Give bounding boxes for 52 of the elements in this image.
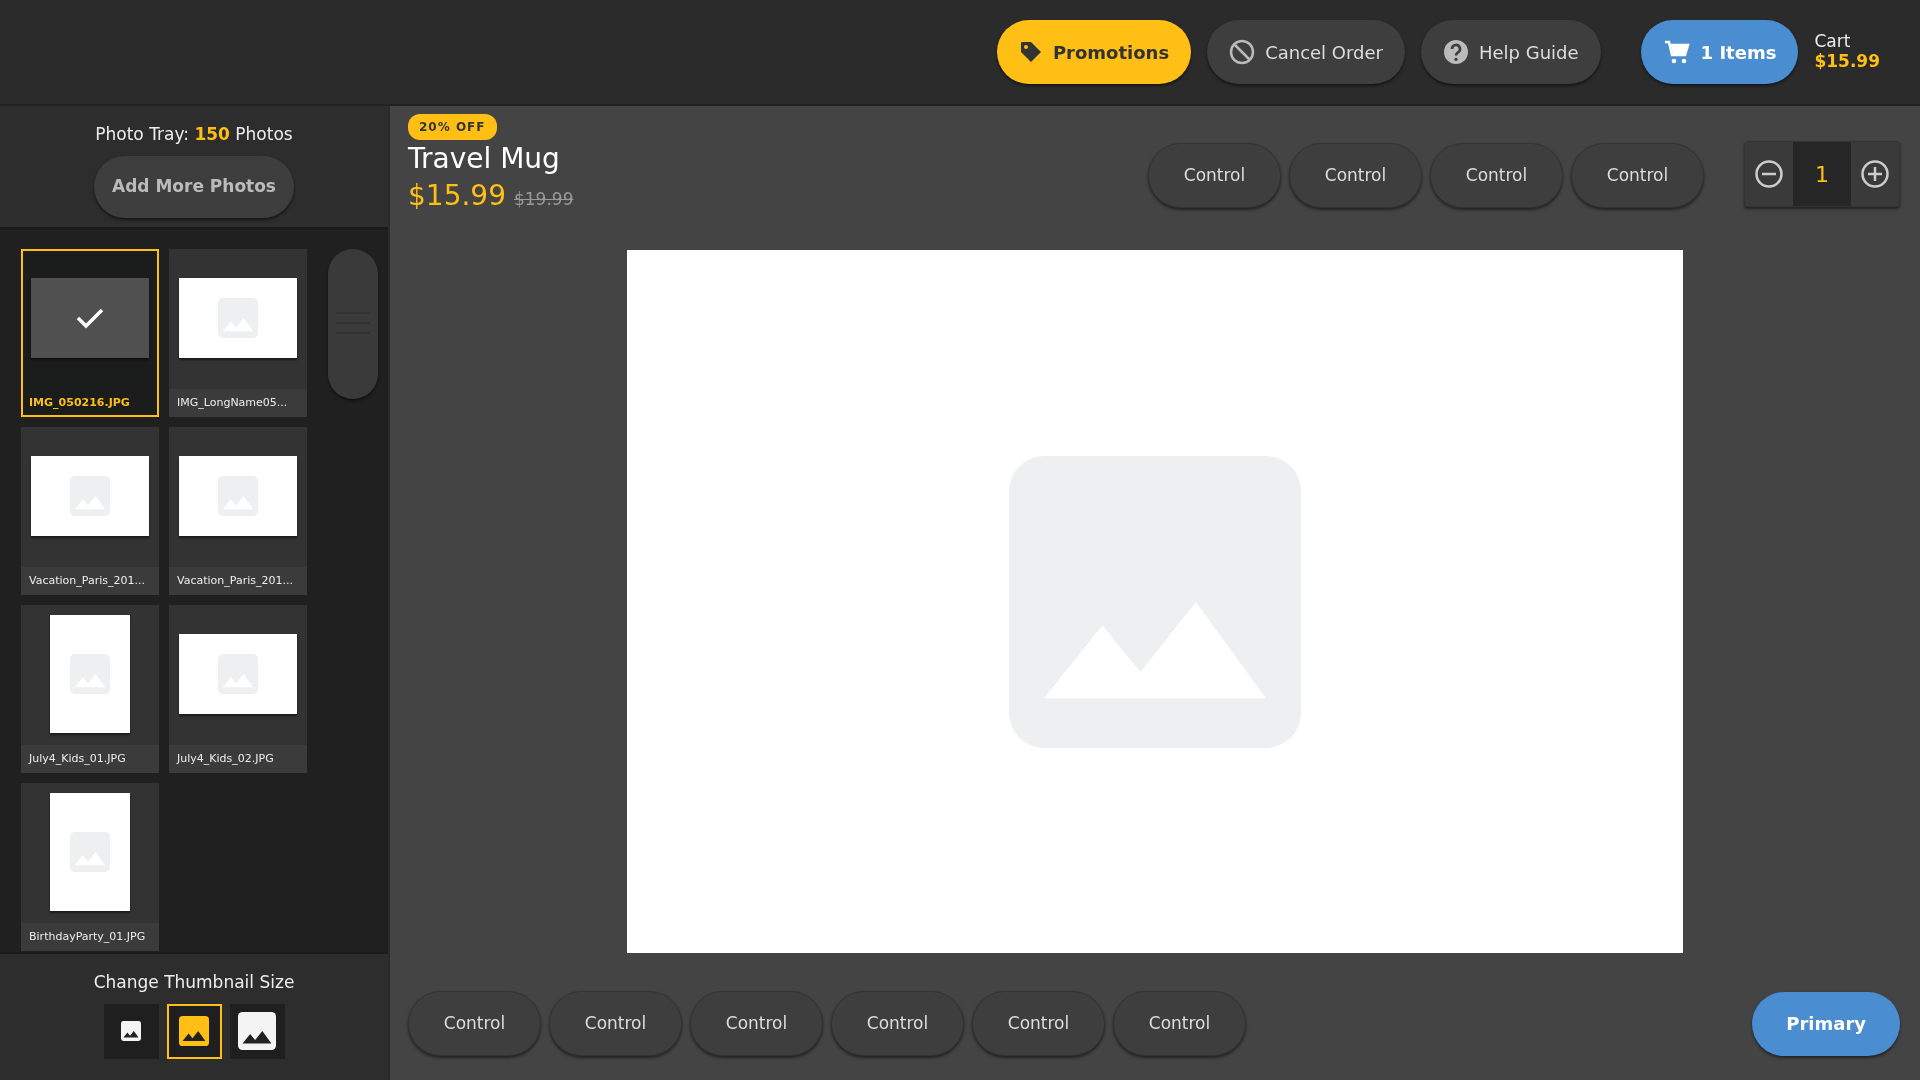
control-button[interactable]: Control <box>972 991 1105 1056</box>
photo-filename: IMG_LongName05... <box>169 389 307 417</box>
toolbar-button[interactable]: Cancel Order <box>1207 20 1405 84</box>
control-button[interactable]: Control <box>549 991 682 1056</box>
control-button[interactable]: Control <box>1571 143 1704 208</box>
check-icon <box>76 307 104 329</box>
photo-thumbnail[interactable]: Vacation_Paris_201... <box>169 427 307 595</box>
discount-badge: 20% OFF <box>408 114 497 140</box>
control-button[interactable]: Control <box>1430 143 1563 208</box>
photo-tray-title: Photo Tray: 150 Photos <box>95 123 293 146</box>
photo-filename: July4_Kids_01.JPG <box>21 745 159 773</box>
photo-thumbnail[interactable]: IMG_LongName05... <box>169 249 307 417</box>
add-more-photos-button[interactable]: Add More Photos <box>94 155 294 218</box>
toolbar-button[interactable]: Promotions <box>996 20 1192 84</box>
image-icon <box>121 1021 141 1041</box>
control-button[interactable]: Control <box>408 991 541 1056</box>
photo-thumbnail[interactable]: IMG_050216.JPG <box>21 249 159 417</box>
thumbnail-size-title: Change Thumbnail Size <box>93 971 295 994</box>
thumbnail-size-button[interactable] <box>103 1003 159 1059</box>
photo-filename: Vacation_Paris_201... <box>21 567 159 595</box>
minus-icon <box>1754 159 1784 189</box>
photo-thumbnail[interactable]: July4_Kids_02.JPG <box>169 605 307 773</box>
help-icon <box>1443 39 1469 65</box>
scrollbar-drawing[interactable] <box>328 249 378 399</box>
photo-thumbnail[interactable]: July4_Kids_01.JPG <box>21 605 159 773</box>
cart-total: $15.99 <box>1814 52 1880 72</box>
control-button[interactable]: Control <box>831 991 964 1056</box>
thumbnail-size-button[interactable] <box>229 1003 285 1059</box>
cart-label: Cart <box>1814 32 1852 52</box>
cart-icon <box>1662 38 1691 66</box>
product-name: Travel Mug <box>408 144 560 175</box>
product-price: $15.99 <box>408 177 506 214</box>
photo-filename: July4_Kids_02.JPG <box>169 745 307 773</box>
photo-thumbnail[interactable]: BirthdayParty_01.JPG <box>21 783 159 951</box>
control-button[interactable]: Control <box>1113 991 1246 1056</box>
tag-icon <box>1018 40 1043 64</box>
image-icon <box>179 1016 209 1046</box>
decrease-button[interactable] <box>1745 142 1793 206</box>
photo-filename: Vacation_Paris_201... <box>169 567 307 595</box>
image-icon <box>238 1012 276 1050</box>
control-button[interactable]: Control <box>1148 143 1281 208</box>
control-button[interactable]: Control <box>1289 143 1422 208</box>
plus-icon <box>1860 159 1890 189</box>
photo-filename: BirthdayParty_01.JPG <box>21 923 159 951</box>
photo-thumbnail[interactable]: Vacation_Paris_201... <box>21 427 159 595</box>
control-button[interactable]: Control <box>690 991 823 1056</box>
quantity-value: 1 <box>1793 142 1851 206</box>
prohibited-icon <box>1229 39 1256 65</box>
increase-button[interactable] <box>1851 142 1899 206</box>
original-price: $19.99 <box>514 187 574 211</box>
thumbnail-size-button[interactable] <box>166 1003 222 1059</box>
toolbar-button[interactable]: Help Guide <box>1421 20 1601 84</box>
